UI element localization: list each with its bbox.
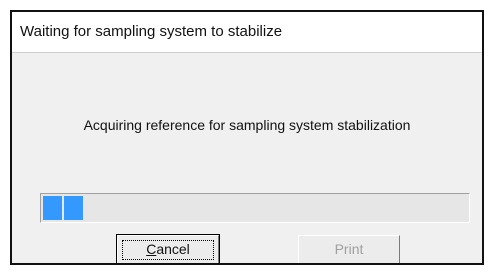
dialog-body: Acquiring reference for sampling system …	[12, 53, 482, 263]
cancel-button[interactable]: Cancel	[116, 234, 220, 263]
title-bar[interactable]: Waiting for sampling system to stabilize	[12, 12, 482, 53]
window-title: Waiting for sampling system to stabilize	[20, 23, 283, 40]
print-button: Print	[298, 235, 400, 263]
progress-block	[64, 196, 83, 220]
screenshot-frame: Waiting for sampling system to stabilize…	[0, 0, 496, 275]
stabilization-dialog: Waiting for sampling system to stabilize…	[10, 10, 484, 265]
cancel-label-rest: ancel	[156, 241, 190, 257]
progress-block	[43, 196, 62, 220]
cancel-mnemonic: C	[146, 241, 157, 257]
cancel-button-label: Cancel	[146, 241, 190, 257]
print-button-label: Print	[334, 241, 364, 257]
status-message: Acquiring reference for sampling system …	[83, 117, 411, 133]
progress-bar	[40, 193, 470, 223]
